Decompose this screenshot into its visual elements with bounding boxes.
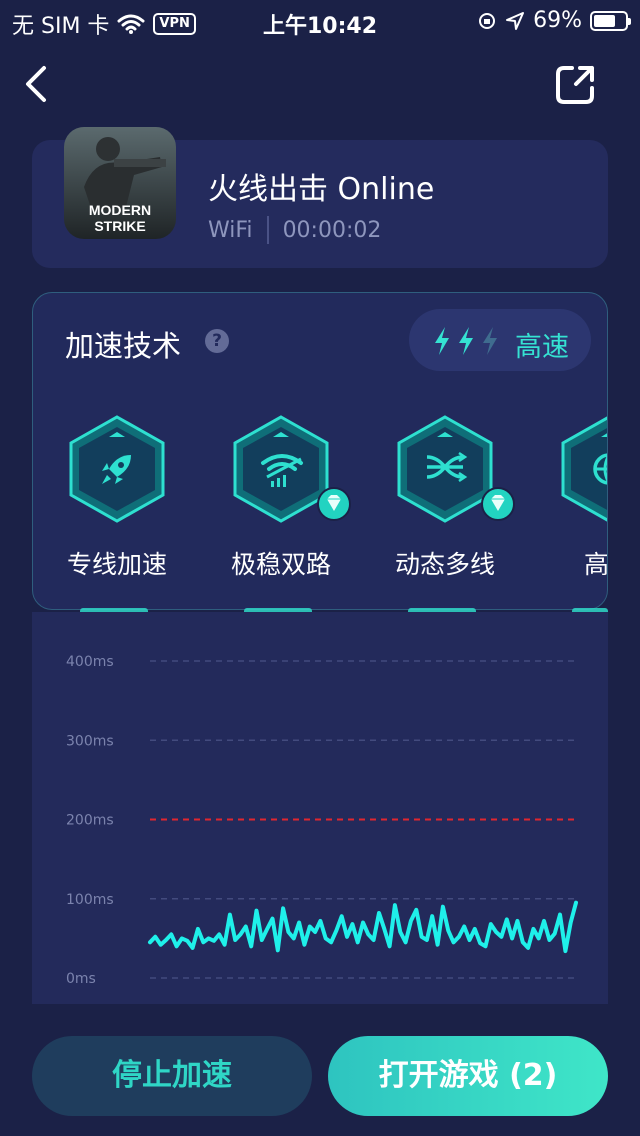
- feature-label: 极稳双路: [230, 550, 331, 579]
- open-game-button[interactable]: 打开游戏 (2): [328, 1036, 608, 1116]
- location-icon: [506, 11, 525, 30]
- y-tick-label: 400ms: [66, 654, 114, 670]
- game-title: 火线出击 Online: [208, 172, 435, 207]
- tech-title: 加速技术: [65, 329, 182, 363]
- feature-label: 动态多线: [394, 550, 495, 579]
- feature-stable-dual-path[interactable]: 极稳双路: [199, 415, 351, 595]
- latency-line: [148, 900, 578, 954]
- svg-text:STRIKE: STRIKE: [94, 218, 145, 234]
- y-tick-label: 200ms: [66, 813, 114, 829]
- svg-text:MODERN: MODERN: [89, 202, 151, 218]
- multi-line-icon: [426, 451, 468, 483]
- bolt-icon: [459, 327, 473, 355]
- rocket-icon: [102, 455, 131, 484]
- acceleration-tech-card: 加速技术 ? 高速 专线加速 极稳双路 动态多线 高: [32, 292, 608, 610]
- y-tick-label: 100ms: [66, 892, 114, 908]
- speed-label: 高速: [515, 332, 569, 363]
- back-button[interactable]: [18, 62, 58, 106]
- feature-dynamic-multiline[interactable]: 动态多线: [363, 415, 515, 595]
- network-type: WiFi: [208, 217, 253, 243]
- bolt-icon: [435, 327, 449, 355]
- feature-label: 高速: [583, 550, 608, 579]
- battery-icon: [590, 10, 631, 31]
- feature-high-speed[interactable]: 高速: [527, 415, 608, 595]
- y-tick-label: 0ms: [66, 971, 96, 987]
- feature-label: 专线加速: [66, 550, 167, 579]
- speed-indicator: 高速: [409, 309, 591, 371]
- diamond-icon: [327, 495, 341, 511]
- elapsed-timer: 00:00:02: [282, 217, 382, 243]
- diamond-icon: [491, 495, 505, 511]
- latency-chart: 400ms 300ms 200ms 100ms 0ms: [32, 612, 608, 1004]
- status-bar: 无 SIM 卡 VPN 上午10:42 69%: [0, 0, 640, 40]
- stop-acceleration-button[interactable]: 停止加速: [32, 1036, 312, 1116]
- status-right: 69%: [477, 8, 631, 33]
- game-icon: MODERN STRIKE: [64, 127, 176, 239]
- battery-percent: 69%: [533, 8, 582, 33]
- help-icon[interactable]: ?: [205, 329, 229, 353]
- feature-dedicated-line[interactable]: 专线加速: [35, 415, 185, 595]
- orientation-lock-icon: [479, 12, 496, 29]
- y-tick-label: 300ms: [66, 733, 114, 749]
- latency-chart-svg: 400ms 300ms 200ms 100ms 0ms: [66, 654, 578, 987]
- share-button[interactable]: [554, 62, 598, 106]
- share-external-icon: [556, 66, 594, 104]
- meta-divider: [266, 216, 269, 244]
- wifi-dual-icon: [261, 454, 303, 487]
- bolt-icon: [483, 327, 497, 355]
- game-meta: WiFi 00:00:02: [208, 216, 381, 244]
- globe-icon: [593, 453, 607, 485]
- chevron-left-icon: [26, 66, 46, 102]
- premium-gem-badge: [481, 487, 515, 521]
- premium-gem-badge: [317, 487, 351, 521]
- battery-fill: [594, 14, 615, 27]
